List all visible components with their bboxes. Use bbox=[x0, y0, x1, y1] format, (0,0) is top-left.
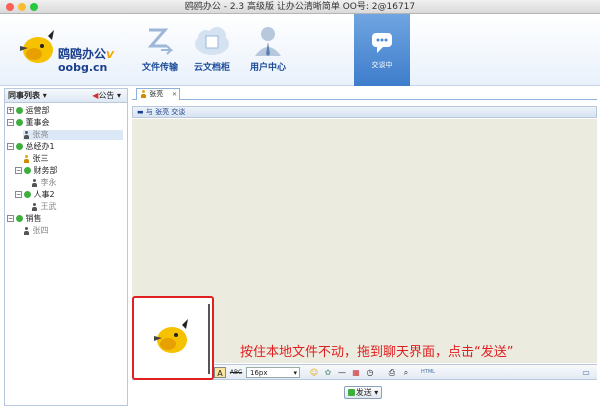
group-icon bbox=[16, 215, 23, 222]
title-bar: 鸥鸥办公 - 2.3 高级版 让办公清晰简单 OO号: 2@16717 bbox=[0, 0, 600, 14]
instruction-annotation: 按住本地文件不动，拖到聊天界面，点击“发送” bbox=[240, 345, 514, 360]
send-label: 发送 bbox=[355, 388, 372, 397]
tree-item-label: 财务部 bbox=[33, 166, 58, 175]
notice-label: 公告 bbox=[98, 91, 115, 100]
bird-logo-icon bbox=[20, 30, 54, 63]
close-tab-icon[interactable]: ✕ bbox=[172, 89, 177, 100]
header: 鸥鸥办公V oobg.cn 文件传输 云文档柜 用户中心 交谈中 bbox=[0, 14, 600, 86]
font-size-select[interactable]: 16px ▾ bbox=[246, 367, 300, 378]
tree-item-label: 张亮 bbox=[32, 130, 49, 139]
font-size-value: 16px bbox=[250, 369, 268, 377]
text-caret bbox=[208, 304, 210, 374]
tree-item-dept[interactable]: + 运营部 bbox=[7, 106, 50, 116]
chat-bubble-icon bbox=[372, 33, 392, 53]
file-transfer-icon bbox=[147, 28, 174, 55]
zoom-window-icon[interactable] bbox=[30, 3, 38, 11]
tree-item-label: 张四 bbox=[32, 226, 49, 235]
font-button[interactable]: A bbox=[214, 367, 226, 378]
person-online-icon bbox=[23, 154, 30, 163]
nav-file-transfer[interactable]: 文件传输 bbox=[130, 20, 190, 80]
tree-item-label: 董事会 bbox=[25, 118, 50, 127]
minimize-window-icon[interactable] bbox=[18, 3, 26, 11]
tree-item-label: 王武 bbox=[40, 202, 57, 211]
tree-item-person[interactable]: 张亮 bbox=[23, 130, 123, 140]
tree-item-label: 总经办1 bbox=[25, 142, 55, 151]
message-input[interactable] bbox=[132, 296, 214, 380]
emoji-icon[interactable]: ☺ bbox=[308, 367, 320, 378]
horizontal-line-icon[interactable]: — bbox=[336, 367, 348, 378]
tree-item-person[interactable]: 张四 bbox=[23, 226, 49, 236]
chevron-down-icon: ▾ bbox=[293, 369, 297, 377]
bird-image-icon bbox=[154, 319, 188, 353]
person-icon bbox=[31, 178, 38, 187]
person-icon bbox=[23, 226, 30, 235]
tree-item-person[interactable]: 李永 bbox=[31, 178, 57, 188]
tree-item-dept[interactable]: − 财务部 bbox=[15, 166, 58, 176]
colleague-list-tab-label: 同事列表 bbox=[8, 91, 40, 100]
chat-tab-bar: 张亮 ✕ bbox=[132, 86, 597, 100]
sticker-icon[interactable]: ✿ bbox=[322, 367, 334, 378]
logo-version: V bbox=[106, 50, 114, 61]
chat-tab-label: 张亮 bbox=[149, 90, 164, 98]
tree-item-person[interactable]: 王武 bbox=[31, 202, 57, 212]
nav-user-center-label: 用户中心 bbox=[249, 63, 286, 73]
close-window-icon[interactable] bbox=[6, 3, 14, 11]
group-icon bbox=[16, 143, 23, 150]
sidebar-header: 同事列表 ▾ ◀公告 ▾ bbox=[5, 89, 127, 103]
logo-title: 鸥鸥办公 bbox=[58, 47, 107, 61]
search-icon[interactable]: ⌕ bbox=[400, 367, 412, 378]
tree-item-dept[interactable]: − 董事会 bbox=[7, 118, 50, 128]
window-title: 鸥鸥办公 - 2.3 高级版 让办公清晰简单 OO号: 2@16717 bbox=[184, 2, 416, 12]
colleague-sidebar: 同事列表 ▾ ◀公告 ▾ + 运营部 − 董事会 张亮 − 总经办1 张三 − … bbox=[4, 88, 128, 406]
cloud-icon bbox=[195, 27, 229, 55]
logo-url: oobg.cn bbox=[58, 61, 108, 74]
nav-cloud-docs-label: 云文档柜 bbox=[193, 63, 230, 73]
person-icon bbox=[31, 202, 38, 211]
collapse-icon[interactable]: − bbox=[7, 119, 14, 126]
tree-item-dept[interactable]: − 销售 bbox=[7, 214, 42, 224]
logo: 鸥鸥办公V oobg.cn bbox=[14, 24, 124, 76]
calendar-icon[interactable]: ▦ bbox=[350, 367, 362, 378]
tree-item-label: 李永 bbox=[40, 178, 57, 187]
tree-item-label: 销售 bbox=[25, 214, 42, 223]
chat-header: ▬ 与 张亮 交谈 bbox=[132, 106, 597, 118]
expand-icon[interactable]: + bbox=[7, 107, 14, 114]
chat-tab[interactable]: 张亮 ✕ bbox=[136, 88, 180, 100]
group-icon bbox=[16, 119, 23, 126]
nav-file-transfer-label: 文件传输 bbox=[141, 63, 178, 73]
group-icon bbox=[24, 167, 31, 174]
html-button[interactable]: HTML bbox=[418, 367, 438, 378]
collapse-arrow-icon[interactable]: ▬ bbox=[137, 108, 144, 116]
collapse-icon[interactable]: − bbox=[7, 143, 14, 150]
person-icon bbox=[23, 130, 30, 139]
tree-item-dept[interactable]: − 人事2 bbox=[15, 190, 55, 200]
collapse-icon[interactable]: − bbox=[15, 167, 22, 174]
user-icon bbox=[255, 27, 281, 56]
tree-item-label: 人事2 bbox=[33, 190, 55, 199]
chat-header-title: 与 张亮 交谈 bbox=[145, 108, 186, 116]
tree-item-dept[interactable]: − 总经办1 bbox=[7, 142, 55, 152]
print-icon[interactable]: ⎙ bbox=[386, 367, 398, 378]
person-online-icon bbox=[140, 90, 147, 98]
expand-window-icon[interactable]: ▭ bbox=[580, 367, 592, 378]
clock-icon[interactable]: ◷ bbox=[364, 367, 376, 378]
notice-button[interactable]: ◀公告 ▾ bbox=[92, 89, 121, 103]
group-icon bbox=[16, 107, 23, 114]
nav-chatting[interactable]: 交谈中 bbox=[354, 14, 410, 86]
nav-user-center[interactable]: 用户中心 bbox=[238, 20, 298, 80]
tree-item-label: 运营部 bbox=[25, 106, 50, 115]
tree-item-person[interactable]: 张三 bbox=[23, 154, 49, 164]
send-icon bbox=[347, 389, 355, 396]
nav-cloud-docs[interactable]: 云文档柜 bbox=[182, 20, 242, 80]
collapse-icon[interactable]: − bbox=[7, 215, 14, 222]
collapse-icon[interactable]: − bbox=[15, 191, 22, 198]
strikethrough-button[interactable]: ABC bbox=[228, 367, 244, 378]
chat-panel: 张亮✕ ▬ 与 张亮 交谈 ⚲ ▣ B I U A ABC 16px▾ ☺ ✿ … bbox=[132, 86, 597, 406]
nav-chatting-label: 交谈中 bbox=[371, 61, 393, 69]
group-icon bbox=[24, 191, 31, 198]
send-button[interactable]: 发送 ▾ bbox=[344, 386, 382, 399]
colleague-list-tab[interactable]: 同事列表 ▾ bbox=[8, 89, 47, 103]
tree-item-label: 张三 bbox=[32, 154, 49, 163]
